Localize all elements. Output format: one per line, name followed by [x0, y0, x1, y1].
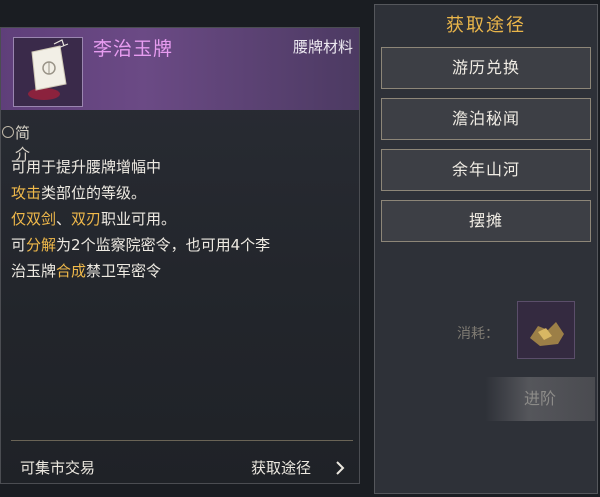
consume-label: 消耗： — [457, 326, 499, 342]
source-button-yunian-mountains[interactable]: 余年山河 — [381, 149, 591, 191]
jade-token-icon — [28, 39, 69, 100]
item-description: 可用于提升腰牌增幅中 攻击类部位的等级。 仅双剑、双刃职业可用。 可分解为2个监察院密… — [11, 154, 361, 284]
highlight-text: 双刃 — [71, 210, 102, 228]
item-category: 腰牌材料 — [292, 38, 353, 56]
description-line: 治玉牌合成禁卫军密令 — [11, 258, 361, 284]
item-tooltip-panel: 李治玉牌 腰牌材料 简介 可用于提升腰牌增幅中 攻击类部位的等级。 仅双剑、双刃职业… — [0, 27, 360, 484]
description-text: 治玉牌 — [11, 262, 57, 280]
source-button-stall[interactable]: 摆摊 — [381, 200, 591, 242]
description-text: 为2个监察院密令，也可用4个李 — [56, 236, 271, 254]
source-button-danpo-secrets[interactable]: 澹泊秘闻 — [381, 98, 591, 140]
description-line: 可用于提升腰牌增幅中 — [11, 154, 361, 180]
description-text: 可 — [11, 236, 27, 254]
description-text: 、 — [56, 210, 72, 228]
consume-item-slot — [517, 301, 575, 359]
description-line: 可分解为2个监察院密令，也可用4个李 — [11, 232, 361, 258]
acquisition-panel: 获取途径 游历兑换 澹泊秘闻 余年山河 摆摊 消耗： 进阶 — [374, 4, 598, 494]
acquisition-title: 获取途径 — [446, 15, 526, 36]
chevron-right-icon[interactable] — [335, 461, 345, 475]
advance-button[interactable]: 进阶 — [485, 377, 595, 421]
description-line: 仅双剑、双刃职业可用。 — [11, 206, 361, 232]
intro-bullet-icon — [2, 126, 14, 138]
highlight-text: 攻击 — [11, 184, 42, 202]
highlight-text: 合成 — [56, 262, 87, 280]
gold-ore-icon — [530, 322, 564, 346]
description-text: 职业可用。 — [101, 210, 177, 228]
source-button-travel-exchange[interactable]: 游历兑换 — [381, 47, 591, 89]
item-header: 李治玉牌 腰牌材料 — [1, 28, 359, 110]
acquisition-link[interactable]: 获取途径 — [251, 457, 311, 478]
description-text: 禁卫军密令 — [86, 262, 162, 280]
highlight-text: 仅双剑 — [11, 210, 57, 228]
description-line: 攻击类部位的等级。 — [11, 180, 361, 206]
item-icon-slot[interactable] — [13, 37, 83, 107]
highlight-text: 分解 — [26, 236, 57, 254]
description-text: 类部位的等级。 — [41, 184, 147, 202]
description-text: 可用于提升腰牌增幅中 — [11, 158, 162, 176]
tradeable-label: 可集市交易 — [20, 459, 96, 477]
item-name: 李治玉牌 — [93, 38, 174, 60]
footer-divider — [11, 440, 353, 441]
